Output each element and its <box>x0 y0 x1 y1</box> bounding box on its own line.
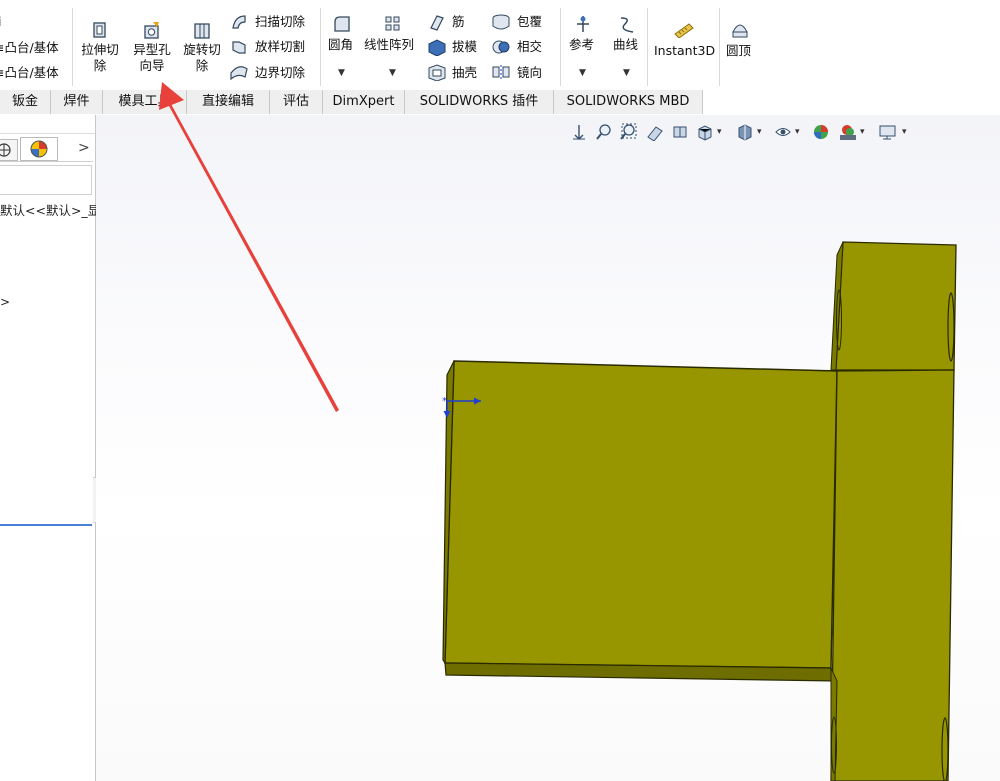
tab-sheet-metal[interactable]: 钣金 <box>0 90 51 114</box>
partial-ribbon-label[interactable]: i <box>0 14 1 30</box>
tab-mold-tools[interactable]: 模具工具 <box>103 90 187 114</box>
appearance-tab[interactable] <box>20 137 58 161</box>
intersect-icon[interactable] <box>491 38 511 60</box>
configuration-tree-item[interactable]: 默认<<默认>_显 <box>0 200 100 219</box>
display-manager-tab[interactable] <box>0 139 18 161</box>
tab-solidworks-mbd[interactable]: SOLIDWORKS MBD <box>554 90 703 114</box>
panel-tab-bar: > <box>0 137 93 162</box>
fillet-dropdown-icon[interactable]: ▼ <box>338 68 345 78</box>
wrap-icon[interactable] <box>491 13 511 35</box>
revolved-boss-label[interactable]: ≡凸台/基体 <box>0 65 59 81</box>
tab-direct-editing[interactable]: 直接编辑 <box>187 90 270 114</box>
reference-geometry-icon[interactable] <box>573 14 593 38</box>
fillet-button[interactable]: 圆角 <box>328 37 353 53</box>
extrude-cut-icon[interactable] <box>90 20 110 44</box>
instant3d-icon[interactable] <box>673 20 695 42</box>
hole-wizard-button[interactable]: 异型孔 向导 <box>126 42 178 74</box>
dome-button[interactable]: 圆顶 <box>726 43 751 59</box>
revolve-cut-button[interactable]: 旋转切 除 <box>178 42 226 74</box>
panel-chevron-icon[interactable]: > <box>78 140 90 156</box>
linear-pattern-button[interactable]: 线性阵列 <box>364 37 414 53</box>
dome-icon[interactable] <box>730 20 750 44</box>
part-model[interactable] <box>442 241 957 781</box>
revolve-cut-label-1: 旋转切 <box>183 42 221 57</box>
instant3d-button[interactable]: Instant3D <box>654 43 715 59</box>
tab-weldments[interactable]: 焊件 <box>51 90 103 114</box>
curves-dropdown-icon[interactable]: ▼ <box>623 68 630 78</box>
tab-dimxpert[interactable]: DimXpert <box>323 90 405 114</box>
reference-dropdown-icon[interactable]: ▼ <box>579 68 586 78</box>
wrap-button[interactable]: 包覆 <box>517 14 542 30</box>
feature-manager-panel: > 默认<<默认>_显 > <box>0 115 104 781</box>
revolve-cut-label-2: 除 <box>195 58 209 73</box>
panel-filter-box[interactable] <box>0 165 92 195</box>
rib-icon[interactable] <box>428 13 446 35</box>
swept-cut-icon[interactable] <box>230 13 248 35</box>
tab-solidworks-addins[interactable]: SOLIDWORKS 插件 <box>405 90 554 114</box>
fillet-icon[interactable] <box>332 14 352 38</box>
draft-button[interactable]: 拔模 <box>452 39 477 55</box>
lofted-cut-button[interactable]: 放样切割 <box>255 39 305 55</box>
boundary-cut-icon[interactable] <box>229 63 249 85</box>
graphics-area[interactable]: ▾ ▾ ▾ ▾ ▾ * <box>96 115 1000 781</box>
hole-wizard-label-2: 向导 <box>139 58 165 73</box>
intersect-button[interactable]: 相交 <box>517 39 542 55</box>
extrude-cut-label-1: 拉伸切 <box>81 42 119 57</box>
draft-icon[interactable] <box>427 38 447 60</box>
extrude-cut-button[interactable]: 拉伸切 除 <box>76 42 124 74</box>
rib-button[interactable]: 筋 <box>452 14 465 30</box>
curves-button[interactable]: 曲线 <box>613 37 638 53</box>
extruded-boss-label[interactable]: ≡凸台/基体 <box>0 40 59 56</box>
curves-icon[interactable] <box>617 14 637 38</box>
panel-top-strip <box>0 115 95 134</box>
shell-button[interactable]: 抽壳 <box>452 65 477 81</box>
swept-cut-button[interactable]: 扫描切除 <box>255 14 305 30</box>
panel-splitter[interactable] <box>0 524 92 526</box>
tree-expand-arrow[interactable]: > <box>0 295 10 309</box>
mirror-button[interactable]: 镜向 <box>517 65 542 81</box>
command-manager-tabs: 钣金 焊件 模具工具 直接编辑 评估 DimXpert SOLIDWORKS 插… <box>0 90 1000 115</box>
shell-icon[interactable] <box>427 63 447 85</box>
svg-text:*: * <box>442 396 447 407</box>
hole-wizard-label-1: 异型孔 <box>133 42 171 57</box>
boundary-cut-button[interactable]: 边界切除 <box>255 65 305 81</box>
lofted-cut-icon[interactable] <box>230 38 248 60</box>
linear-pattern-icon[interactable] <box>383 14 403 38</box>
tab-evaluate[interactable]: 评估 <box>270 90 323 114</box>
model-canvas[interactable]: * <box>96 115 1000 781</box>
appearance-icon <box>30 140 48 158</box>
mirror-icon[interactable] <box>491 63 511 85</box>
reference-geometry-button[interactable]: 参考 <box>569 37 594 53</box>
extrude-cut-label-2: 除 <box>93 58 107 73</box>
command-manager-ribbon: i ≡凸台/基体 ≡凸台/基体 拉伸切 除 异型孔 向导 旋转切 除 扫描切除 … <box>0 0 1000 91</box>
linear-pattern-dropdown-icon[interactable]: ▼ <box>389 68 396 78</box>
